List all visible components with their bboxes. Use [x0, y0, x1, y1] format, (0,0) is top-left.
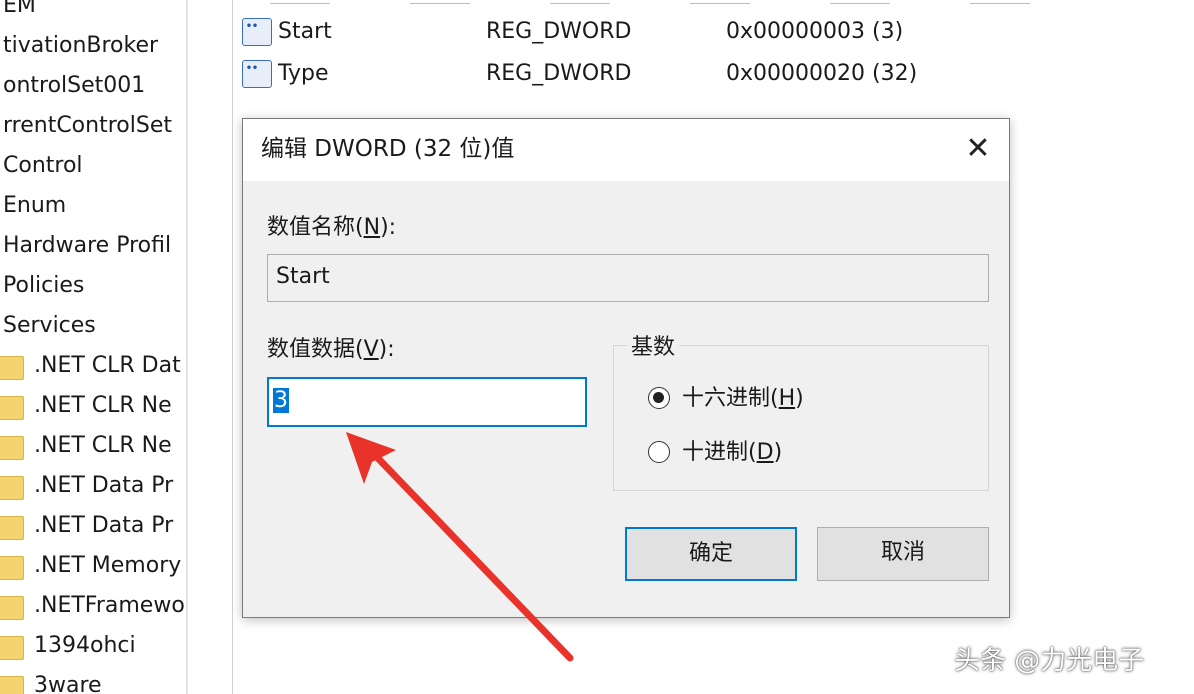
tree-splitter[interactable] [186, 0, 188, 694]
tree-item-label: rrentControlSet [3, 113, 172, 138]
radio-selected-icon [648, 387, 670, 409]
folder-icon [0, 516, 24, 540]
radio-unselected-icon [648, 441, 670, 463]
cancel-button[interactable]: 取消 [817, 527, 989, 581]
tree-item-label: ontrolSet001 [3, 73, 146, 98]
close-icon: ✕ [965, 131, 991, 166]
folder-icon [0, 436, 24, 460]
value-name: Start [278, 19, 332, 44]
tree-item-label: Services [3, 313, 96, 338]
tree-item-label: 3ware [34, 673, 102, 694]
tree-item-label: Policies [3, 273, 85, 298]
tree-item-label: .NETFramewo [34, 593, 185, 618]
tree-item-label: .NET Data Pr [34, 473, 174, 498]
dialog-title: 编辑 DWORD (32 位)值 [261, 136, 515, 162]
dialog-titlebar: 编辑 DWORD (32 位)值 ✕ [243, 119, 1009, 181]
folder-icon [0, 476, 24, 500]
folder-icon [0, 596, 24, 620]
hex-radio-label: 十六进制(H) [682, 386, 804, 411]
tree-item-label: tivationBroker [3, 33, 159, 58]
value-data-text: 3 [273, 388, 289, 413]
value-row[interactable]: •• Start REG_DWORD 0x00000003 (3) [242, 12, 1142, 52]
list-column-divider [232, 0, 233, 694]
folder-icon [0, 636, 24, 660]
tree-item-label: .NET CLR Ne [34, 433, 172, 458]
tree-item-label: .NET CLR Ne [34, 393, 172, 418]
value-name-field: Start [267, 254, 989, 302]
base-groupbox: 十六进制(H) 十进制(D) [613, 345, 989, 491]
tree-item-label: Enum [3, 193, 67, 218]
watermark: 头条 @力光电子 [954, 646, 1145, 676]
close-button[interactable]: ✕ [947, 119, 1009, 181]
tree-item-label: .NET CLR Dat [34, 353, 181, 378]
value-data-input[interactable]: 3 [267, 377, 587, 427]
tree-item-label: .NET Data Pr [34, 513, 174, 538]
registry-tree: EM tivationBroker ontrolSet001 rrentControl… [0, 0, 186, 694]
value-data: 0x00000003 (3) [726, 19, 904, 44]
value-data-label: 数值数据(V): [267, 337, 395, 362]
truncated-row [270, 0, 1110, 4]
folder-icon [0, 396, 24, 420]
tree-item-label: .NET Memory [34, 553, 182, 578]
ok-button[interactable]: 确定 [625, 527, 797, 581]
reg-dword-icon-glyph: •• [246, 63, 259, 74]
value-type: REG_DWORD [486, 61, 632, 86]
folder-icon [0, 556, 24, 580]
tree-item-label: Control [3, 153, 83, 178]
tree-item-label: EM [3, 0, 36, 18]
edit-dword-dialog: 编辑 DWORD (32 位)值 ✕ 数值名称(N): Start 数值数据(V… [242, 118, 1010, 618]
tree-item-label: Hardware Profil [3, 233, 172, 258]
tree-item-label: 1394ohci [34, 633, 136, 658]
reg-dword-icon: •• [242, 18, 272, 46]
reg-dword-icon-glyph: •• [246, 21, 259, 32]
base-group-label: 基数 [627, 329, 680, 361]
reg-dword-icon: •• [242, 60, 272, 88]
value-row[interactable]: •• Type REG_DWORD 0x00000020 (32) [242, 54, 1142, 94]
folder-icon [0, 676, 24, 694]
value-name: Type [278, 61, 329, 86]
value-name-label: 数值名称(N): [267, 215, 397, 240]
value-type: REG_DWORD [486, 19, 632, 44]
value-data: 0x00000020 (32) [726, 61, 918, 86]
folder-icon [0, 356, 24, 380]
dec-radio-label: 十进制(D) [682, 440, 783, 465]
